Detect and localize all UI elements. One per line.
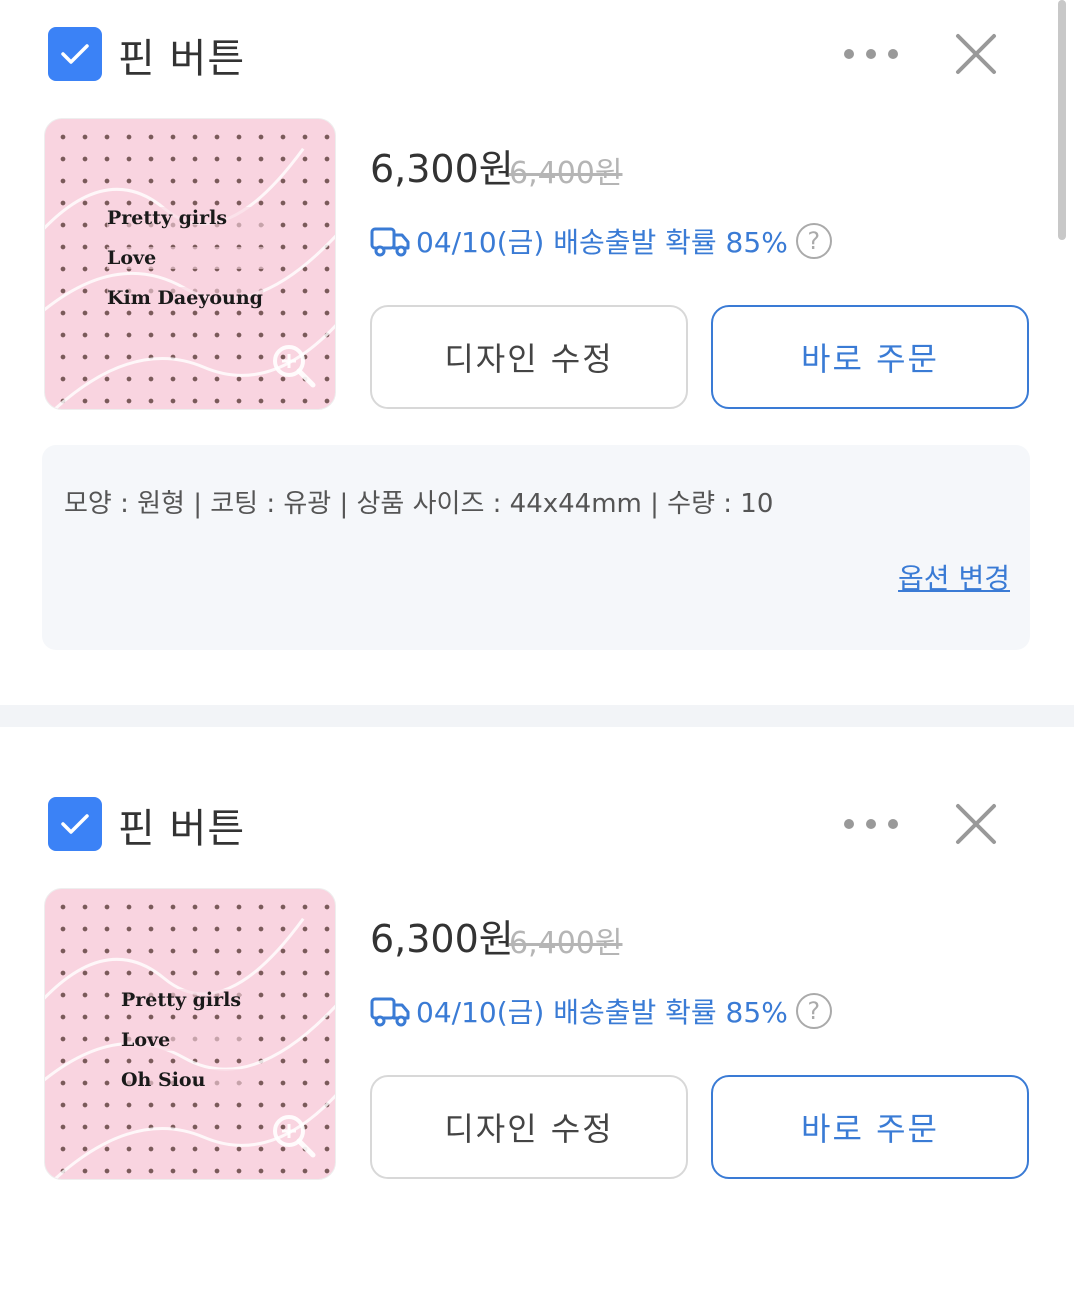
checkmark-icon	[61, 44, 89, 64]
product-name: 핀 버튼	[118, 36, 246, 82]
order-now-button[interactable]: 바로 주문	[711, 305, 1029, 409]
thumbnail-line: Pretty girls	[107, 207, 263, 229]
options-panel: 모양 : 원형 | 코팅 : 유광 | 상품 사이즈 : 44x44mm | 수…	[42, 445, 1030, 650]
help-icon[interactable]: ?	[795, 223, 832, 259]
more-dots-icon[interactable]	[838, 808, 904, 840]
zoom-icon[interactable]	[267, 339, 319, 391]
thumbnail-line: Love	[107, 247, 263, 269]
thumbnail-line: Pretty girls	[121, 989, 242, 1011]
checkmark-icon	[61, 814, 89, 834]
thumbnail-line: Oh Siou	[121, 1069, 242, 1091]
thumbnail-text: Pretty girls Love Oh Siou	[121, 989, 242, 1109]
close-icon[interactable]	[952, 800, 1000, 848]
original-price: 6,400원	[509, 156, 623, 191]
delivery-text: 04/10(금) 배송출발 확률 85%	[416, 996, 788, 1029]
product-thumbnail[interactable]: Pretty girls Love Oh Siou	[44, 888, 336, 1180]
thumbnail-line: Love	[121, 1029, 242, 1051]
sale-price: 6,300원	[370, 147, 514, 191]
truck-icon	[370, 227, 410, 257]
edit-design-button[interactable]: 디자인 수정	[370, 1075, 688, 1179]
cart-item: 핀 버튼 Pretty girls Love Kim Daeyoung 6,30…	[0, 0, 1060, 650]
thumbnail-line: Kim Daeyoung	[107, 287, 263, 309]
change-options-link[interactable]: 옵션 변경	[898, 557, 1010, 597]
product-name: 핀 버튼	[118, 806, 246, 852]
scrollbar[interactable]	[1058, 0, 1066, 240]
delivery-info: 04/10(금) 배송출발 확률 85% ?	[370, 990, 832, 1032]
order-now-button[interactable]: 바로 주문	[711, 1075, 1029, 1179]
cart-item: 핀 버튼 Pretty girls Love Oh Siou 6,300원 6,…	[0, 770, 1060, 1290]
options-summary: 모양 : 원형 | 코팅 : 유광 | 상품 사이즈 : 44x44mm | 수…	[64, 489, 774, 519]
edit-design-button[interactable]: 디자인 수정	[370, 305, 688, 409]
thumbnail-text: Pretty girls Love Kim Daeyoung	[107, 207, 263, 327]
close-icon[interactable]	[952, 30, 1000, 78]
delivery-info: 04/10(금) 배송출발 확률 85% ?	[370, 220, 832, 262]
original-price: 6,400원	[509, 926, 623, 961]
delivery-text: 04/10(금) 배송출발 확률 85%	[416, 226, 788, 259]
help-icon[interactable]: ?	[795, 993, 832, 1029]
product-thumbnail[interactable]: Pretty girls Love Kim Daeyoung	[44, 118, 336, 410]
select-checkbox[interactable]	[48, 27, 102, 81]
section-divider	[0, 705, 1074, 727]
more-dots-icon[interactable]	[838, 38, 904, 70]
zoom-icon[interactable]	[267, 1109, 319, 1161]
truck-icon	[370, 997, 410, 1027]
select-checkbox[interactable]	[48, 797, 102, 851]
sale-price: 6,300원	[370, 917, 514, 961]
